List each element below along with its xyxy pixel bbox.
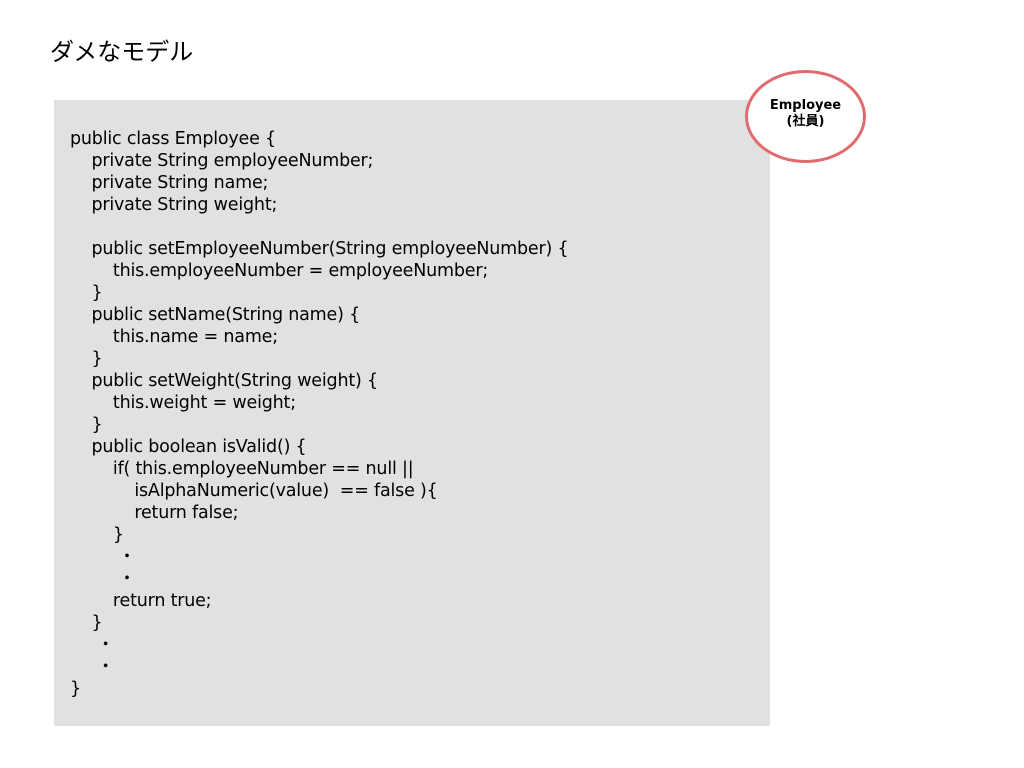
code-line: public class Employee { xyxy=(70,129,276,149)
code-line: public boolean isValid() { xyxy=(70,437,307,457)
code-line: ・ xyxy=(70,569,136,589)
code-line: ・ xyxy=(70,657,115,677)
code-line: public setEmployeeNumber(String employee… xyxy=(70,239,569,259)
code-line: ・ xyxy=(70,635,115,655)
code-line: } xyxy=(70,283,103,303)
code-line: } xyxy=(70,525,124,545)
employee-badge: Employee (社員) xyxy=(745,70,866,163)
badge-subtitle: (社員) xyxy=(786,113,825,129)
code-line: return false; xyxy=(70,503,239,523)
slide-title: ダメなモデル xyxy=(50,38,194,66)
code-line: public setName(String name) { xyxy=(70,305,361,325)
code-line: ・ xyxy=(70,547,136,567)
code-block: public class Employee { private String e… xyxy=(54,100,770,726)
code-line: } xyxy=(70,679,81,699)
badge-title: Employee xyxy=(769,97,842,113)
code-line: this.name = name; xyxy=(70,327,278,347)
code-line: } xyxy=(70,349,103,369)
code-lines: public class Employee { private String e… xyxy=(70,128,569,700)
code-line: isAlphaNumeric(value) == false ){ xyxy=(70,481,438,501)
code-line: this.employeeNumber = employeeNumber; xyxy=(70,261,489,281)
code-line: this.weight = weight; xyxy=(70,393,296,413)
code-line: } xyxy=(70,613,103,633)
code-line: public setWeight(String weight) { xyxy=(70,371,378,391)
code-line: } xyxy=(70,415,103,435)
code-line: return true; xyxy=(70,591,212,611)
code-line: if( this.employeeNumber == null || xyxy=(70,459,414,479)
code-line: private String name; xyxy=(70,173,269,193)
code-line: private String employeeNumber; xyxy=(70,151,374,171)
code-line: private String weight; xyxy=(70,195,278,215)
